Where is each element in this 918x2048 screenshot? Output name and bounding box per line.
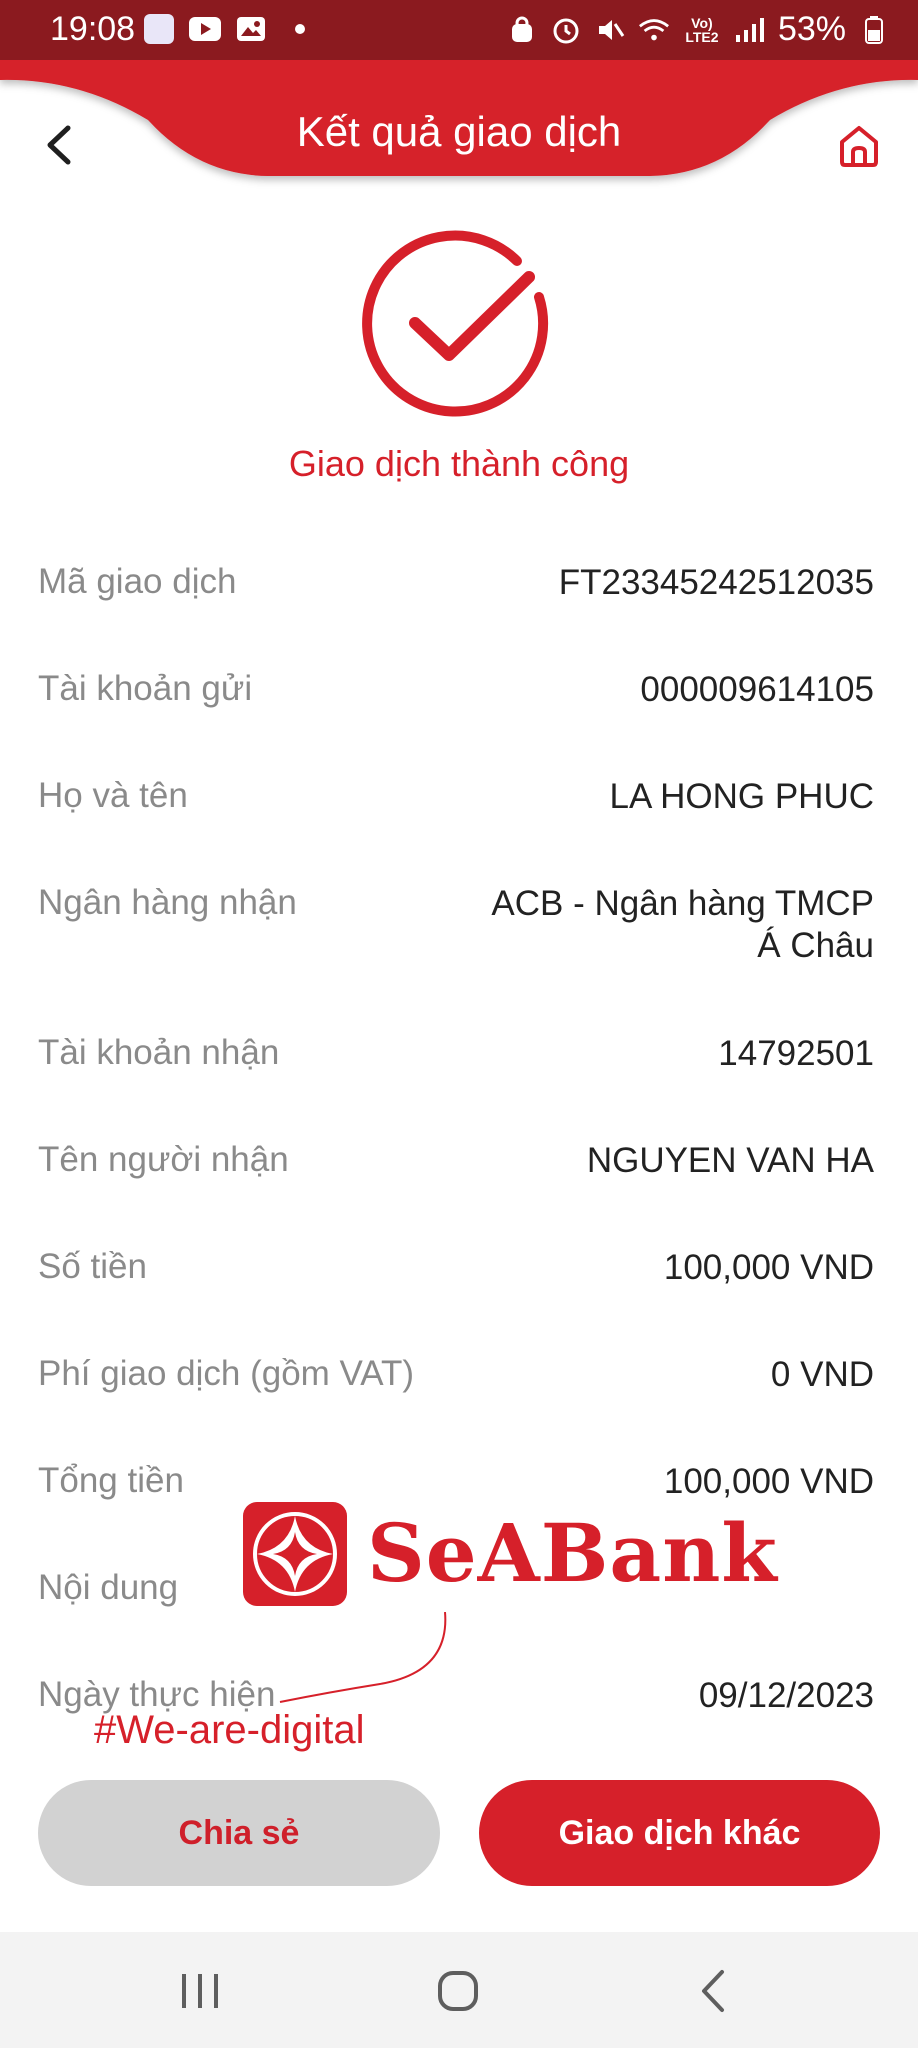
- home-button[interactable]: [836, 120, 882, 170]
- seabank-tagline: #We-are-digital: [94, 1708, 365, 1752]
- detail-value: FT23345242512035: [558, 563, 874, 602]
- success-check-icon: [357, 225, 557, 425]
- more-notifications-dot: [295, 24, 305, 34]
- system-status-icons: Vo) LTE2 53%: [506, 10, 890, 49]
- wifi-icon: [638, 14, 670, 46]
- battery-percent: 53%: [777, 10, 846, 48]
- back-nav-button[interactable]: [686, 1966, 746, 2016]
- detail-value-line2: Á Châu: [757, 926, 874, 965]
- detail-label: Tên người nhận: [38, 1140, 289, 1179]
- recent-apps-button[interactable]: [170, 1966, 230, 2016]
- detail-label: Tổng tiền: [38, 1461, 184, 1500]
- new-transaction-button[interactable]: Giao dịch khác: [479, 1780, 880, 1886]
- detail-label: Nội dung: [38, 1568, 179, 1607]
- back-button[interactable]: [38, 120, 82, 170]
- detail-value: 000009614105: [640, 670, 874, 709]
- seabank-wordmark: SeABank: [367, 1506, 778, 1600]
- detail-value: NGUYEN VAN HA: [586, 1141, 874, 1180]
- recent-apps-icon: [182, 1974, 218, 2008]
- detail-value: 09/12/2023: [698, 1676, 874, 1715]
- mute-icon: [594, 14, 626, 46]
- detail-value: LA HONG PHUC: [609, 777, 875, 816]
- page-title: Kết quả giao dịch: [296, 108, 622, 155]
- battery-icon: [858, 14, 890, 46]
- alarm-icon: [550, 14, 582, 46]
- detail-label: Phí giao dịch (gồm VAT): [38, 1354, 415, 1393]
- signature-swoosh: [279, 1612, 447, 1703]
- chevron-left-icon: [47, 125, 71, 165]
- detail-value: ACB - Ngân hàng TMCP Á Châu: [491, 883, 874, 967]
- app-notification-icon: [143, 13, 175, 45]
- detail-value: 0 VND: [770, 1355, 874, 1394]
- home-icon: [840, 126, 878, 167]
- detail-label: Ngân hàng nhận: [38, 883, 297, 922]
- notification-icons: [143, 13, 305, 45]
- youtube-icon: [189, 13, 221, 45]
- home-nav-button[interactable]: [428, 1966, 488, 2016]
- detail-value: 100,000 VND: [663, 1248, 874, 1287]
- detail-label: Họ và tên: [38, 776, 188, 815]
- status-time: 19:08: [50, 10, 136, 48]
- status-bar: 19:08 Vo) LTE2 53%: [0, 0, 918, 60]
- gallery-icon: [235, 13, 267, 45]
- detail-value: 100,000 VND: [663, 1462, 874, 1501]
- share-button[interactable]: Chia sẻ: [38, 1780, 440, 1886]
- detail-value: 14792501: [718, 1034, 874, 1073]
- seabank-logo-icon: [243, 1502, 347, 1606]
- detail-label: Tài khoản nhận: [38, 1033, 280, 1072]
- system-nav-bar: [0, 1932, 918, 2048]
- signal-icon: [734, 14, 766, 46]
- detail-label: Tài khoản gửi: [38, 669, 253, 708]
- detail-label: Số tiền: [38, 1247, 147, 1286]
- detail-value-line1: ACB - Ngân hàng TMCP: [491, 884, 874, 923]
- lte-badge: Vo) LTE2: [685, 14, 719, 45]
- back-arrow-icon: [702, 1970, 724, 2012]
- transaction-status: Giao dịch thành công: [288, 443, 630, 484]
- privacy-icon: [506, 14, 538, 46]
- detail-label: Mã giao dịch: [38, 562, 237, 601]
- home-circle-icon: [438, 1971, 478, 2011]
